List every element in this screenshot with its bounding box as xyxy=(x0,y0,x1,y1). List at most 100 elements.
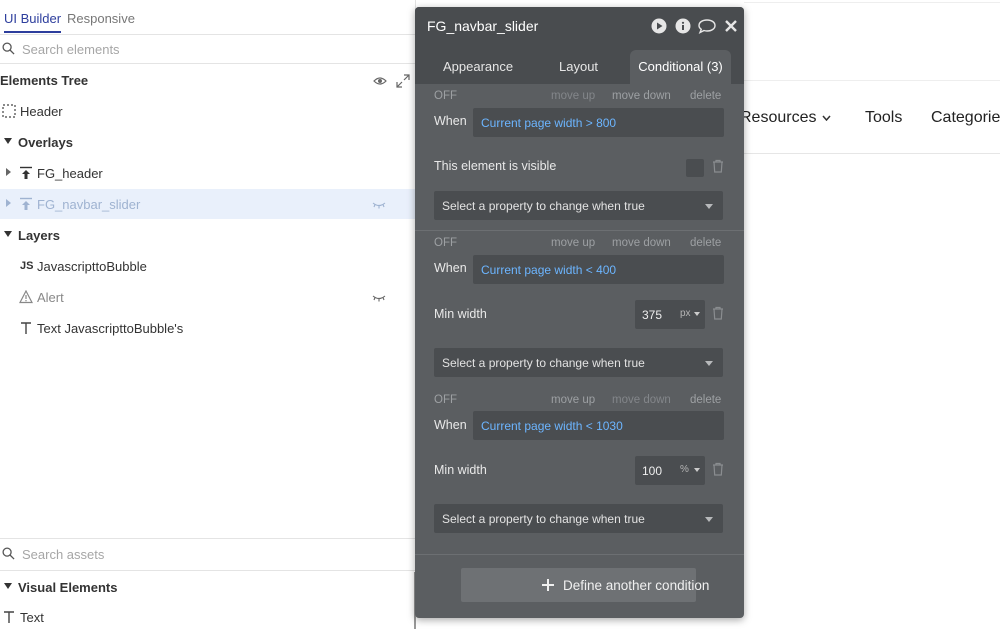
floating-group-icon xyxy=(20,197,32,210)
tab-ui-builder[interactable]: UI Builder xyxy=(4,11,62,33)
plus-icon xyxy=(542,579,554,591)
when-label: When xyxy=(434,418,467,432)
nav-categories[interactable]: Categories xyxy=(931,109,1000,127)
caret-right-icon[interactable] xyxy=(6,168,11,176)
section-visual-elements[interactable]: Visual Elements xyxy=(0,572,416,602)
min-width-input[interactable]: 375 px xyxy=(635,300,705,329)
nav-resources[interactable]: Resources xyxy=(740,109,816,127)
editor-title: FG_navbar_slider xyxy=(427,18,539,34)
divider xyxy=(415,230,744,231)
tab-appearance[interactable]: Appearance xyxy=(443,59,513,74)
hidden-eye-icon[interactable] xyxy=(372,294,386,302)
condition-status[interactable]: OFF xyxy=(434,90,457,102)
info-icon[interactable] xyxy=(675,18,691,34)
move-down-link[interactable]: move down xyxy=(612,237,671,249)
caret-right-icon[interactable] xyxy=(6,199,11,207)
tree-row-label: FG_navbar_slider xyxy=(37,197,141,212)
property-label: This element is visible xyxy=(434,159,557,173)
comment-icon[interactable] xyxy=(698,18,716,34)
text-icon xyxy=(4,611,14,623)
move-up-link[interactable]: move up xyxy=(551,90,595,102)
trash-icon[interactable] xyxy=(712,306,724,320)
tree-row-label: Text JavascripttoBubble's xyxy=(37,321,184,336)
min-width-input[interactable]: 100 % xyxy=(635,456,705,485)
condition-expression[interactable]: Current page width > 800 xyxy=(473,108,724,137)
search-elements-input[interactable] xyxy=(22,39,402,59)
property-select[interactable]: Select a property to change when true xyxy=(434,504,723,533)
caret-down-icon[interactable] xyxy=(4,231,12,237)
delete-link[interactable]: delete xyxy=(690,237,721,249)
eye-icon[interactable] xyxy=(373,74,387,88)
search-icon xyxy=(2,547,15,560)
move-up-link[interactable]: move up xyxy=(551,394,595,406)
trash-icon[interactable] xyxy=(712,159,724,173)
nav-tools[interactable]: Tools xyxy=(865,109,902,127)
move-up-link[interactable]: move up xyxy=(551,237,595,249)
tree-row-label: FG_header xyxy=(37,166,103,181)
expand-icon[interactable] xyxy=(396,74,410,88)
define-condition-button[interactable]: Define another condition xyxy=(461,568,709,602)
editor-tabs: Appearance Layout Conditional (3) xyxy=(415,45,744,84)
text-icon xyxy=(21,322,31,334)
move-down-link[interactable]: move down xyxy=(612,90,671,102)
play-icon[interactable] xyxy=(651,18,667,34)
tree-row-fg-header[interactable]: FG_header xyxy=(0,158,416,188)
floating-group-icon xyxy=(20,166,32,179)
when-label: When xyxy=(434,114,467,128)
divider xyxy=(0,570,416,571)
visible-checkbox[interactable] xyxy=(686,159,704,177)
caret-down-icon[interactable] xyxy=(4,138,12,144)
property-select[interactable]: Select a property to change when true xyxy=(434,348,723,377)
expression-text: Current page width < 1030 xyxy=(481,419,623,433)
condition-status[interactable]: OFF xyxy=(434,394,457,406)
tree-row-alert[interactable]: Alert xyxy=(0,282,416,312)
delete-link[interactable]: delete xyxy=(690,90,721,102)
elements-tree-title: Elements Tree xyxy=(0,73,89,88)
move-down-link[interactable]: move down xyxy=(612,394,671,406)
visual-element-label: Text xyxy=(20,610,44,625)
tree-row-label: Header xyxy=(20,104,63,119)
tree-section-overlays[interactable]: Overlays xyxy=(0,127,416,157)
tree-section-layers[interactable]: Layers xyxy=(0,220,416,250)
trash-icon[interactable] xyxy=(712,462,724,476)
select-placeholder: Select a property to change when true xyxy=(442,356,645,370)
left-panel: UI Builder Responsive Elements Tree Head… xyxy=(0,0,416,629)
caret-down-icon[interactable] xyxy=(4,583,12,589)
visual-element-text[interactable]: Text xyxy=(0,602,416,632)
dropdown-arrow-icon xyxy=(705,361,713,366)
select-placeholder: Select a property to change when true xyxy=(442,199,645,213)
select-placeholder: Select a property to change when true xyxy=(442,512,645,526)
js-icon: JS xyxy=(20,260,34,272)
tab-conditional[interactable]: Conditional (3) xyxy=(630,50,731,84)
chevron-down-icon xyxy=(822,115,831,121)
define-condition-label: Define another condition xyxy=(563,578,710,593)
tree-row-fg-navbar-slider[interactable]: FG_navbar_slider xyxy=(0,189,416,219)
tab-responsive[interactable]: Responsive xyxy=(67,11,135,26)
tree-row-label: JavascripttoBubble xyxy=(37,259,147,274)
builder-tabs: UI Builder Responsive xyxy=(0,0,416,35)
tab-layout[interactable]: Layout xyxy=(559,59,598,74)
search-assets-input[interactable] xyxy=(22,544,402,564)
search-elements xyxy=(0,34,416,64)
unit-select[interactable]: px xyxy=(680,308,691,319)
hidden-eye-icon[interactable] xyxy=(372,201,386,209)
expression-text: Current page width > 800 xyxy=(481,116,617,130)
property-label: Min width xyxy=(434,307,487,321)
condition-status[interactable]: OFF xyxy=(434,237,457,249)
tree-row-label: Overlays xyxy=(18,135,73,150)
close-icon[interactable] xyxy=(724,18,738,34)
tree-row-javascripttobubble[interactable]: JS JavascripttoBubble xyxy=(0,251,416,281)
when-label: When xyxy=(434,261,467,275)
unit-dropdown-icon xyxy=(694,468,700,472)
condition-expression[interactable]: Current page width < 1030 xyxy=(473,411,724,440)
unit-select[interactable]: % xyxy=(680,464,689,475)
section-label: Visual Elements xyxy=(18,580,118,595)
editor-header: FG_navbar_slider xyxy=(415,7,744,45)
tree-row-header[interactable]: Header xyxy=(0,96,416,126)
property-select[interactable]: Select a property to change when true xyxy=(434,191,723,220)
tree-row-text[interactable]: Text JavascripttoBubble's xyxy=(0,313,416,343)
condition-expression[interactable]: Current page width < 400 xyxy=(473,255,724,284)
property-editor: FG_navbar_slider Appearance Layout Condi… xyxy=(415,7,744,618)
delete-link[interactable]: delete xyxy=(690,394,721,406)
page-divider xyxy=(744,2,1000,3)
